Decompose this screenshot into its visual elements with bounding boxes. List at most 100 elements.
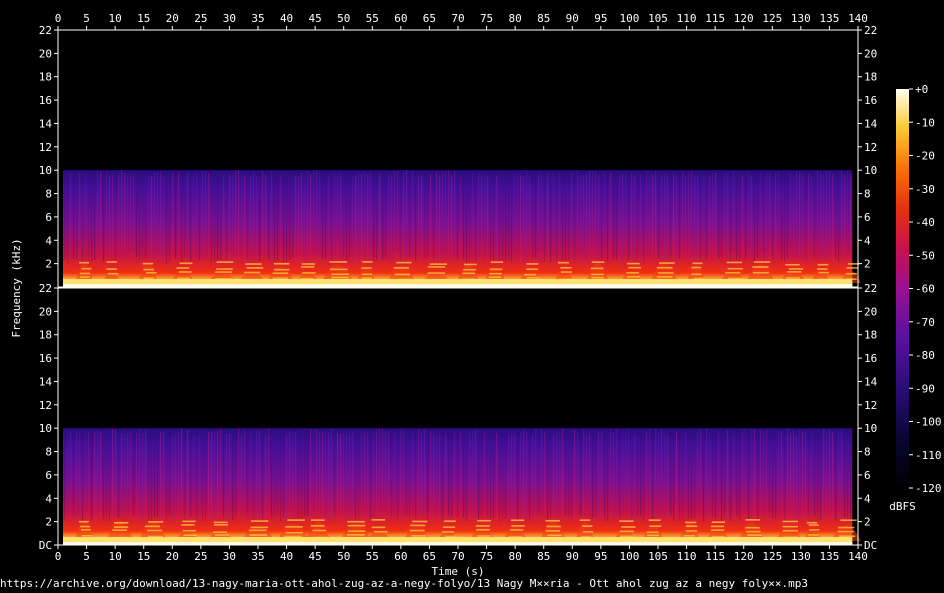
spectral-streak xyxy=(661,175,663,263)
harmonic-line xyxy=(838,535,856,538)
x-tick-label-top: 95 xyxy=(594,12,607,25)
y-tick-label-right: 4 xyxy=(864,234,871,247)
harmonic-line xyxy=(686,525,698,527)
spectral-streak xyxy=(286,174,288,263)
harmonic-line xyxy=(646,531,659,534)
spectral-streak xyxy=(454,430,456,519)
spectral-streak xyxy=(199,173,201,261)
spectral-streak xyxy=(511,175,513,263)
spectral-streak xyxy=(808,429,810,518)
spectral-streak xyxy=(640,174,642,263)
x-tick-label-bottom: 0 xyxy=(55,550,62,563)
x-tick-label-bottom: 10 xyxy=(109,550,122,563)
spectral-streak xyxy=(736,429,738,518)
spectral-streak xyxy=(64,172,66,261)
spectral-streak xyxy=(526,432,528,520)
harmonic-line xyxy=(626,271,639,274)
spectral-streak xyxy=(211,174,213,263)
spectral-streak xyxy=(850,433,852,522)
spectral-streak xyxy=(541,429,543,518)
harmonic-line xyxy=(510,519,525,522)
harmonic-line xyxy=(393,267,410,269)
spectral-streak xyxy=(82,174,84,263)
y-tick-label-right: 12 xyxy=(864,141,877,154)
spectral-streak xyxy=(754,429,756,518)
spectral-streak xyxy=(241,433,243,522)
spectral-streak xyxy=(196,173,198,261)
spectral-streak xyxy=(706,428,708,517)
y-tick-label-left: 12 xyxy=(39,399,52,412)
harmonic-line xyxy=(848,263,860,265)
spectral-streak xyxy=(106,431,108,520)
colorbar-tick-label: -60 xyxy=(915,283,935,296)
harmonic-line xyxy=(475,525,490,527)
spectral-streak xyxy=(409,170,411,259)
harmonic-line xyxy=(373,530,388,533)
harmonic-line xyxy=(816,268,828,270)
spectral-streak xyxy=(670,172,672,261)
spectral-streak xyxy=(181,428,183,516)
harmonic-line xyxy=(476,535,491,537)
harmonic-line xyxy=(692,262,703,265)
harmonic-line xyxy=(302,272,316,274)
x-tick-label-bottom: 110 xyxy=(677,550,697,563)
colorbar-tick-label: -30 xyxy=(915,183,935,196)
spectral-streak xyxy=(559,429,561,518)
spectral-streak xyxy=(91,433,93,521)
harmonic-line xyxy=(81,529,91,531)
x-tick-label-top: 110 xyxy=(677,12,697,25)
spectral-streak xyxy=(442,431,444,519)
harmonic-line xyxy=(685,530,698,532)
spectral-streak xyxy=(499,434,501,522)
spectral-streak xyxy=(337,432,339,520)
spectral-streak xyxy=(571,173,573,261)
spectral-streak xyxy=(106,171,108,260)
y-tick-label-left: 2 xyxy=(45,516,52,529)
harmonic-line xyxy=(788,268,804,270)
spectral-streak xyxy=(394,429,396,517)
spectral-streak xyxy=(529,432,531,520)
x-tick-label-bottom: 135 xyxy=(819,550,839,563)
harmonic-line xyxy=(442,531,454,533)
spectral-streak xyxy=(649,174,651,263)
harmonic-line xyxy=(785,277,801,279)
spectral-streak xyxy=(184,433,186,521)
x-tick-label-bottom: 65 xyxy=(423,550,436,563)
spectral-streak xyxy=(136,170,138,259)
spectral-streak xyxy=(775,431,777,519)
spectral-streak xyxy=(376,429,378,518)
spectral-streak xyxy=(427,432,429,520)
harmonic-line xyxy=(249,529,267,532)
x-tick-label-top: 60 xyxy=(394,12,407,25)
spectral-streak xyxy=(436,171,438,260)
harmonic-line xyxy=(727,267,743,270)
spectral-streak xyxy=(346,175,348,263)
spectral-streak xyxy=(226,433,228,521)
harmonic-line xyxy=(412,520,428,523)
y-tick-label-left: 8 xyxy=(45,188,52,201)
spectral-streak xyxy=(577,170,579,259)
spectral-streak xyxy=(577,432,579,521)
spectral-streak xyxy=(277,173,279,262)
spectral-streak xyxy=(391,429,393,518)
spectral-streak xyxy=(781,430,783,518)
y-tick-label-left: 22 xyxy=(39,282,52,295)
y-tick-label-left: 6 xyxy=(45,469,52,482)
spectral-streak xyxy=(298,433,300,521)
spectral-streak xyxy=(697,175,699,263)
harmonic-line xyxy=(285,531,304,534)
spectral-streak xyxy=(532,433,534,522)
spectral-streak xyxy=(466,174,468,263)
harmonic-line xyxy=(560,271,572,273)
spectral-streak xyxy=(253,431,255,520)
spectral-streak xyxy=(532,172,534,260)
spectral-streak xyxy=(622,430,624,518)
harmonic-line xyxy=(347,530,366,533)
spectral-streak xyxy=(661,429,663,518)
spectral-streak xyxy=(646,170,648,259)
spectral-streak xyxy=(415,431,417,520)
spectral-streak xyxy=(700,173,702,262)
harmonic-line xyxy=(427,272,445,274)
x-tick-label-bottom: 140 xyxy=(848,550,868,563)
harmonic-line xyxy=(591,276,605,279)
